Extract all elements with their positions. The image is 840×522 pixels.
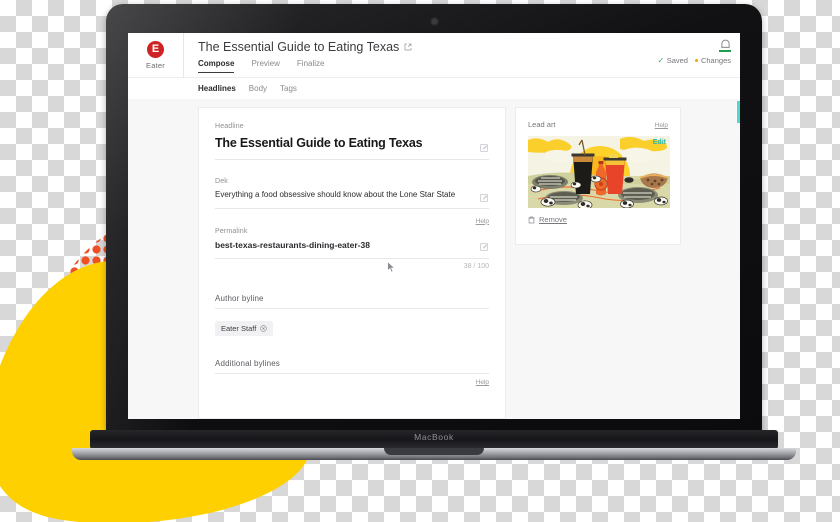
status-changes: Changes <box>694 56 731 65</box>
brand-sidebar[interactable]: E Eater <box>128 33 184 77</box>
additional-bylines-help-link[interactable]: Help <box>215 379 489 386</box>
laptop-notch <box>384 448 484 455</box>
lead-art-thumbnail[interactable]: Edit <box>528 136 670 208</box>
edit-icon[interactable] <box>480 144 488 152</box>
field-divider <box>215 159 489 161</box>
remove-lead-art-button[interactable]: Remove <box>528 215 668 224</box>
check-icon: ✓ <box>657 55 665 65</box>
byline-chip-label: Eater Staff <box>221 324 257 334</box>
field-additional-bylines-label: Additional bylines <box>215 359 280 369</box>
field-author-byline-label: Author byline <box>215 294 264 304</box>
brand-name-label: Eater <box>146 60 165 70</box>
field-permalink-label: Permalink <box>215 227 248 235</box>
field-author-byline: Author byline Eater Staff <box>215 294 489 340</box>
notification-indicator <box>719 50 731 52</box>
bell-icon <box>720 39 730 48</box>
device-name-label: MacBook <box>414 432 454 442</box>
status-saved-label: Saved <box>666 56 688 65</box>
topbar-right: ✓ Saved Changes <box>657 39 731 65</box>
topbar-main: The Essential Guide to Eating Texas Comp… <box>184 33 740 77</box>
field-headline-label: Headline <box>215 123 244 130</box>
field-divider <box>215 373 489 375</box>
byline-chip[interactable]: Eater Staff <box>215 321 274 337</box>
trash-icon <box>528 215 535 223</box>
tab-headlines[interactable]: Headlines <box>198 84 236 93</box>
field-headline[interactable]: Headline The Essential Guide to Eating T… <box>215 123 489 164</box>
edit-icon[interactable] <box>480 243 488 251</box>
app-topbar: E Eater The Essential Guide to Eating Te… <box>128 33 740 77</box>
lead-art-header: Lead art Help <box>528 120 668 129</box>
webcam-icon <box>431 19 437 24</box>
tab-body[interactable]: Body <box>249 84 267 93</box>
status-saved: ✓ Saved <box>657 56 687 65</box>
status-changes-label: Changes <box>700 56 731 65</box>
tab-compose[interactable]: Compose <box>198 59 235 73</box>
field-dek-label: Dek <box>215 178 228 186</box>
lead-art-illustration <box>528 136 670 208</box>
field-divider <box>215 207 489 209</box>
lead-art-card: Lead art Help Edit Remove <box>515 107 681 245</box>
field-permalink[interactable]: Permalink best-texas-restaurants-dining-… <box>215 228 489 274</box>
remove-lead-art-label: Remove <box>539 215 567 224</box>
edit-lead-art-button[interactable]: Edit <box>653 139 666 146</box>
page-title: The Essential Guide to Eating Texas <box>198 40 400 54</box>
external-link-icon[interactable] <box>404 43 412 51</box>
eater-logo-icon: E <box>147 40 164 58</box>
side-panel-handle[interactable] <box>737 101 740 123</box>
mouse-cursor <box>387 261 396 273</box>
field-permalink-value[interactable]: best-texas-restaurants-dining-eater-38 <box>215 239 489 251</box>
section-tabs: Headlines Body Tags <box>128 77 740 99</box>
headlines-form-card: Headline The Essential Guide to Eating T… <box>198 107 506 419</box>
laptop-screen: E Eater The Essential Guide to Eating Te… <box>128 33 740 419</box>
field-divider <box>215 308 489 310</box>
field-divider <box>215 258 489 260</box>
edit-icon[interactable] <box>480 194 488 202</box>
changes-dot-icon <box>694 58 699 63</box>
tab-preview[interactable]: Preview <box>251 59 279 73</box>
close-circle-icon[interactable] <box>260 325 268 332</box>
permalink-help-link[interactable]: Help <box>215 218 489 225</box>
lead-art-title: Lead art <box>528 120 556 129</box>
permalink-character-counter: 38 / 100 <box>463 263 489 271</box>
field-dek[interactable]: Dek Everything a food obsessive should k… <box>215 178 489 213</box>
workspace: Headline The Essential Guide to Eating T… <box>128 99 740 419</box>
field-headline-value[interactable]: The Essential Guide to Eating Texas <box>215 134 489 152</box>
eater-cms-app: E Eater The Essential Guide to Eating Te… <box>128 33 740 419</box>
field-additional-bylines: Additional bylines Help <box>215 359 489 390</box>
notification-button[interactable] <box>719 39 731 52</box>
tab-finalize[interactable]: Finalize <box>297 59 325 73</box>
field-dek-value[interactable]: Everything a food obsessive should know … <box>215 189 489 201</box>
lead-art-help-link[interactable]: Help <box>655 122 668 129</box>
macbook-device: E Eater The Essential Guide to Eating Te… <box>72 0 796 470</box>
save-status-row: ✓ Saved Changes <box>657 56 731 65</box>
tab-tags[interactable]: Tags <box>280 84 297 93</box>
